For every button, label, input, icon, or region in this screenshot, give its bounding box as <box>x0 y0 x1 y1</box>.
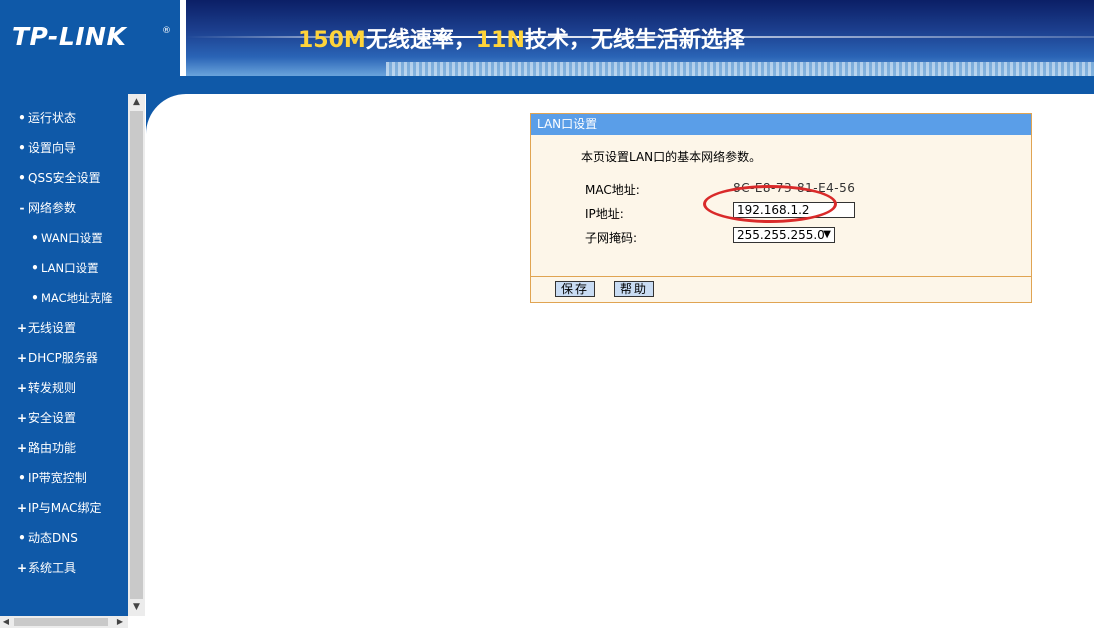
expand-icon: + <box>16 411 28 425</box>
expand-icon: + <box>16 501 28 515</box>
expand-icon: + <box>16 321 28 335</box>
sidebar-item-label: 运行状态 <box>28 111 77 125</box>
scroll-right-icon[interactable]: ▶ <box>114 616 126 628</box>
sidebar-item-label: 设置向导 <box>28 141 77 155</box>
bullet-icon: • <box>31 261 39 275</box>
panel-divider <box>531 276 1031 277</box>
bullet-icon: • <box>18 171 26 185</box>
bullet-icon: • <box>18 141 26 155</box>
sidebar-horizontal-scrollbar[interactable]: ◀ ▶ <box>0 616 128 628</box>
subnet-mask-value: 255.255.255.0 <box>737 228 825 242</box>
scroll-down-icon[interactable]: ▼ <box>128 599 145 616</box>
sidebar-item-label: 路由功能 <box>28 441 77 455</box>
sidebar-vertical-scrollbar[interactable]: ▲ ▼ <box>128 94 145 616</box>
header-blue-bar <box>0 76 1094 94</box>
sidebar-item-label: IP带宽控制 <box>28 471 87 485</box>
content-corner-curve <box>146 94 226 174</box>
banner-wave-decoration <box>386 62 1094 76</box>
sidebar-item-label: IP与MAC绑定 <box>28 501 102 515</box>
sidebar-item-mac-clone[interactable]: • MAC地址克隆 <box>0 287 128 309</box>
scrollbar-thumb[interactable] <box>130 111 143 599</box>
header: TP-LINK ® 150M无线速率，11N技术，无线生活新选择 <box>0 0 1094 76</box>
sidebar-item-dhcp[interactable]: +DHCP服务器 <box>0 347 128 369</box>
dropdown-arrow-icon: ▼ <box>823 229 831 240</box>
sidebar-item-label: 系统工具 <box>28 561 77 575</box>
bullet-icon: • <box>18 111 26 125</box>
sidebar-item-label: 网络参数 <box>28 201 77 215</box>
slogan-wireless-rate: 无线速率， <box>365 28 476 53</box>
sidebar-item-bandwidth[interactable]: • IP带宽控制 <box>0 467 128 489</box>
help-button[interactable]: 帮助 <box>614 281 655 297</box>
sidebar-item-wireless[interactable]: +无线设置 <box>0 317 128 339</box>
banner-slogan: 150M无线速率，11N技术，无线生活新选择 <box>298 22 745 54</box>
panel-description: 本页设置LAN口的基本网络参数。 <box>581 150 762 164</box>
sidebar-item-label: DHCP服务器 <box>28 351 98 365</box>
panel-title: LAN口设置 <box>531 114 1031 135</box>
bullet-icon: • <box>18 471 26 485</box>
sidebar-item-routing[interactable]: +路由功能 <box>0 437 128 459</box>
mac-label: MAC地址: <box>585 183 640 197</box>
sidebar-item-label: MAC地址克隆 <box>41 291 113 305</box>
sidebar-item-label: QSS安全设置 <box>28 171 101 185</box>
collapse-icon: - <box>19 201 25 215</box>
save-button[interactable]: 保存 <box>555 281 596 297</box>
scroll-left-icon[interactable]: ◀ <box>0 616 12 628</box>
banner: 150M无线速率，11N技术，无线生活新选择 <box>186 0 1094 76</box>
sidebar-item-ddns[interactable]: • 动态DNS <box>0 527 128 549</box>
bullet-icon: • <box>31 231 39 245</box>
sidebar-item-ip-mac-binding[interactable]: +IP与MAC绑定 <box>0 497 128 519</box>
slogan-150m: 150M <box>298 28 366 53</box>
sidebar-item-setup-wizard[interactable]: • 设置向导 <box>0 137 128 159</box>
bullet-icon: • <box>18 531 26 545</box>
sidebar-item-forwarding[interactable]: +转发规则 <box>0 377 128 399</box>
sidebar-menu: • 运行状态 • 设置向导 • QSS安全设置 - 网络参数 • WAN口设置 • LAN口… <box>0 94 128 616</box>
sidebar-item-qss[interactable]: • QSS安全设置 <box>0 167 128 189</box>
bullet-icon: • <box>31 291 39 305</box>
logo: TP-LINK ® <box>0 0 180 76</box>
scrollbar-thumb[interactable] <box>14 618 108 626</box>
sidebar-item-status[interactable]: • 运行状态 <box>0 107 128 129</box>
ip-address-input[interactable] <box>733 202 855 218</box>
ip-label: IP地址: <box>585 207 624 221</box>
mac-value: 8C-E8-73-81-E4-56 <box>733 181 856 195</box>
sidebar-item-system-tools[interactable]: +系统工具 <box>0 557 128 579</box>
sidebar-item-label: 动态DNS <box>28 531 78 545</box>
scroll-up-icon[interactable]: ▲ <box>128 94 145 111</box>
slogan-11n: 11N <box>475 28 525 53</box>
sidebar-item-label: WAN口设置 <box>41 231 103 245</box>
expand-icon: + <box>16 561 28 575</box>
sidebar-item-label: 转发规则 <box>28 381 77 395</box>
expand-icon: + <box>16 381 28 395</box>
subnet-mask-select[interactable]: 255.255.255.0 ▼ <box>733 227 835 243</box>
sidebar-item-label: 安全设置 <box>28 411 77 425</box>
logo-registered-mark: ® <box>162 26 171 36</box>
sidebar-item-wan[interactable]: • WAN口设置 <box>0 227 128 249</box>
sidebar-item-security[interactable]: +安全设置 <box>0 407 128 429</box>
sidebar-item-label: LAN口设置 <box>41 261 99 275</box>
expand-icon: + <box>16 351 28 365</box>
expand-icon: + <box>16 441 28 455</box>
sidebar-item-lan[interactable]: • LAN口设置 <box>0 257 128 279</box>
logo-text: TP-LINK <box>12 22 127 51</box>
subnet-mask-label: 子网掩码: <box>585 231 638 245</box>
slogan-tech: 技术，无线生活新选择 <box>524 28 745 53</box>
sidebar-item-network[interactable]: - 网络参数 <box>0 197 128 219</box>
lan-settings-panel: LAN口设置 本页设置LAN口的基本网络参数。 MAC地址: 8C-E8-73-… <box>530 113 1032 303</box>
sidebar-item-label: 无线设置 <box>28 321 77 335</box>
